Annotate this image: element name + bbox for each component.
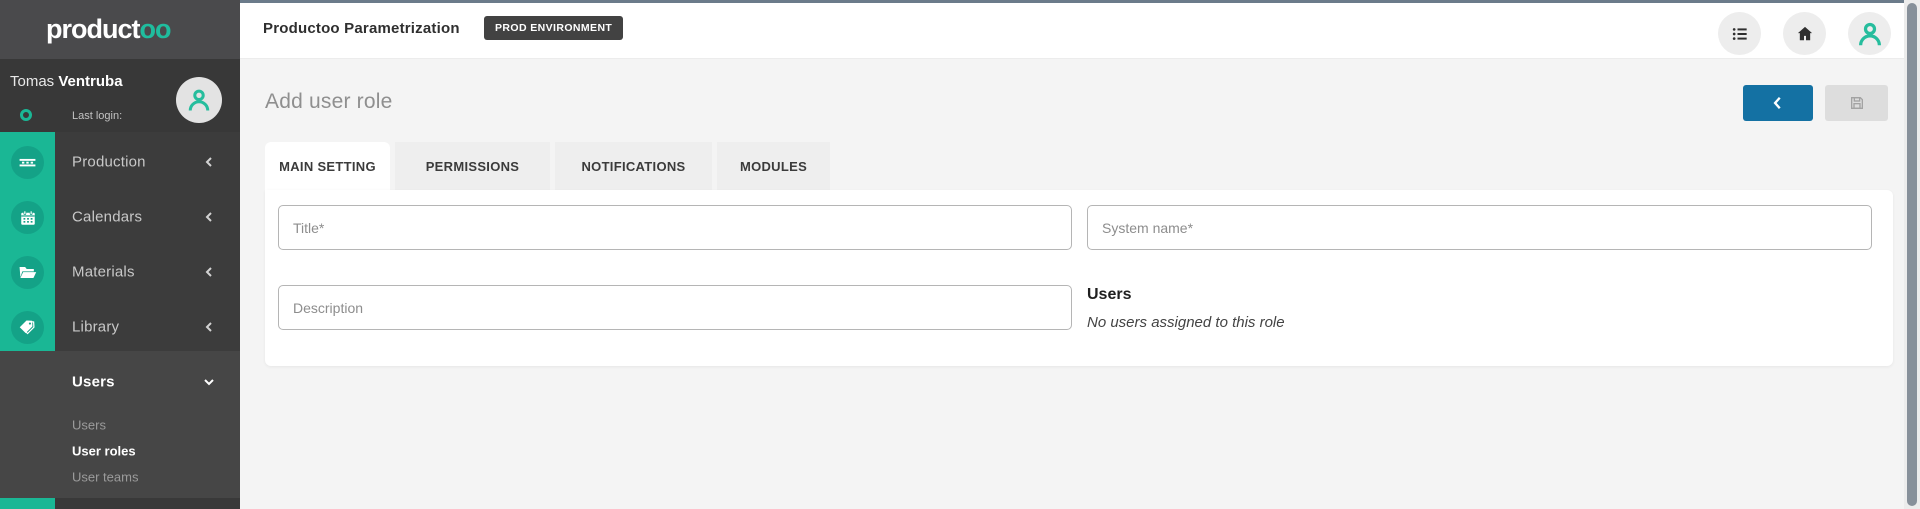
scrollbar-thumb[interactable] (1907, 3, 1917, 506)
brand-logo-text: productoo (46, 14, 171, 45)
profile-avatar-button[interactable] (1848, 12, 1891, 55)
brand-logo[interactable]: productoo (0, 0, 240, 59)
sidebar-subitem-user-roles[interactable]: User roles (0, 439, 240, 463)
user-avatar (176, 77, 222, 123)
logo-text-main: product (46, 14, 140, 44)
user-first-name: Tomas (10, 73, 58, 90)
user-panel: Tomas Ventruba Last login: (0, 59, 240, 132)
system-name-field[interactable] (1087, 205, 1872, 250)
home-button[interactable] (1783, 12, 1826, 55)
page-title: Productoo Parametrization (263, 20, 460, 37)
sidebar-item-production[interactable]: Production (0, 134, 240, 189)
sidebar-bottom-strip (55, 498, 240, 509)
environment-badge: PROD ENVIRONMENT (484, 16, 623, 40)
chevron-left-icon (203, 156, 215, 168)
user-last-name: Ventruba (58, 73, 122, 90)
home-icon (1795, 24, 1815, 44)
sidebar-subitem-users[interactable]: Users (0, 413, 240, 437)
save-icon (1849, 95, 1865, 111)
tab-label: MODULES (740, 159, 807, 174)
tab-label: NOTIFICATIONS (581, 159, 685, 174)
scrollbar-track[interactable] (1904, 0, 1920, 509)
save-button[interactable] (1825, 85, 1888, 121)
sidebar-subitem-label: User teams (72, 470, 138, 485)
chevron-left-icon (1771, 96, 1785, 110)
tab-modules[interactable]: MODULES (717, 142, 830, 190)
header-bar: Productoo Parametrization PROD ENVIRONME… (240, 3, 1920, 59)
users-empty-message: No users assigned to this role (1087, 314, 1285, 331)
chevron-down-icon (203, 376, 215, 388)
sidebar-item-materials[interactable]: Materials (0, 244, 240, 299)
sidebar-subitem-user-teams[interactable]: User teams (0, 465, 240, 489)
sidebar-item-calendars[interactable]: Calendars (0, 189, 240, 244)
sidebar-item-library[interactable]: Library (0, 299, 240, 354)
tab-permissions[interactable]: PERMISSIONS (395, 142, 550, 190)
sidebar-item-label: Calendars (72, 208, 142, 225)
title-field[interactable] (278, 205, 1072, 250)
users-section-heading: Users (1087, 286, 1131, 304)
list-view-button[interactable] (1718, 12, 1761, 55)
sidebar-subitem-label: Users (72, 418, 106, 433)
back-button[interactable] (1743, 85, 1813, 121)
sidebar-item-label: Library (72, 318, 119, 335)
app-window: productoo Tomas Ventruba Last login: (0, 0, 1920, 509)
sidebar-item-label: Users (72, 373, 115, 390)
user-name: Tomas Ventruba (10, 73, 123, 90)
sidebar-item-users[interactable]: Users (0, 354, 240, 409)
sidebar-item-label: Production (72, 153, 146, 170)
chevron-left-icon (203, 266, 215, 278)
tab-notifications[interactable]: NOTIFICATIONS (555, 142, 712, 190)
tab-label: PERMISSIONS (426, 159, 520, 174)
sidebar-item-label: Materials (72, 263, 135, 280)
last-login-label: Last login: (72, 110, 122, 122)
person-icon (185, 86, 213, 114)
online-status-dot (20, 109, 32, 121)
description-field[interactable] (278, 285, 1072, 330)
section-heading: Add user role (265, 90, 393, 114)
chevron-left-icon (203, 321, 215, 333)
logo-text-accent: oo (140, 14, 171, 44)
tab-label: MAIN SETTING (279, 159, 376, 174)
main-setting-panel: Users No users assigned to this role (265, 190, 1893, 366)
sidebar-subitem-label: User roles (72, 444, 136, 459)
sidebar: productoo Tomas Ventruba Last login: (0, 0, 240, 509)
chevron-left-icon (203, 211, 215, 223)
tab-main-setting[interactable]: MAIN SETTING (265, 142, 390, 190)
person-icon (1855, 19, 1885, 49)
list-icon (1730, 24, 1750, 44)
